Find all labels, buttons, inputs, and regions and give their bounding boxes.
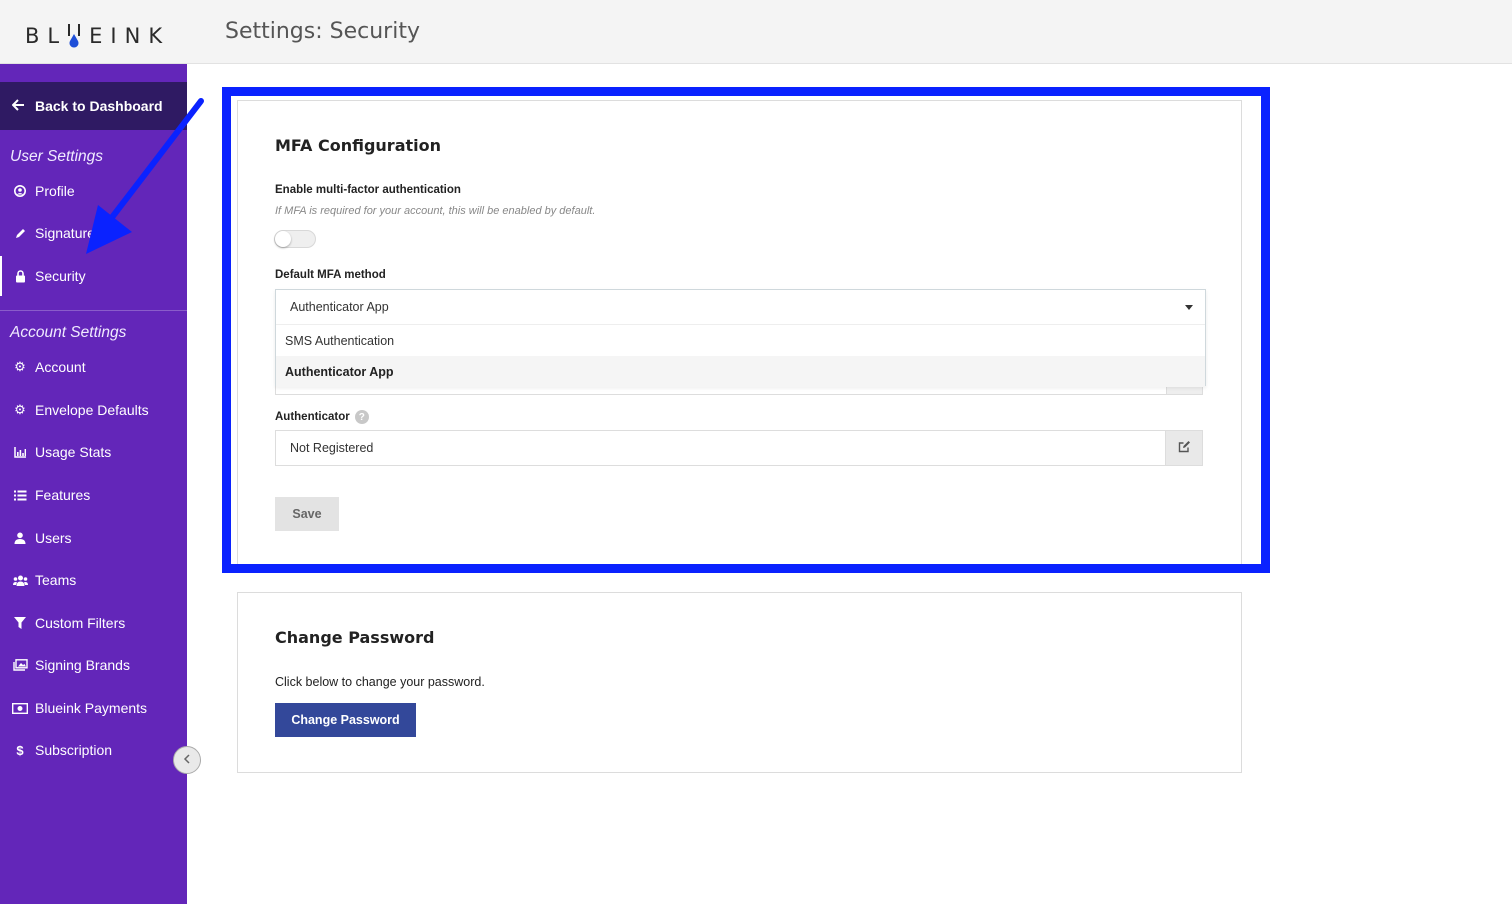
sidebar-divider xyxy=(0,310,187,311)
sidebar-item-label: Teams xyxy=(35,572,77,588)
page-title: Settings: Security xyxy=(225,19,420,44)
gear-icon: ⚙ xyxy=(14,359,26,374)
sidebar-item-security[interactable]: Security xyxy=(0,256,187,296)
users-icon xyxy=(12,575,28,586)
sidebar-item-label: Security xyxy=(35,268,86,284)
images-icon xyxy=(12,659,28,671)
sidebar-item-signing-brands[interactable]: Signing Brands xyxy=(0,645,187,685)
chevron-left-icon xyxy=(183,753,191,767)
sidebar-item-usage-stats[interactable]: Usage Stats xyxy=(0,432,187,472)
account-settings-heading: Account Settings xyxy=(10,324,127,341)
sidebar-item-label: Profile xyxy=(35,183,75,199)
sidebar-item-teams[interactable]: Teams xyxy=(0,560,187,600)
sidebar-item-label: Signing Brands xyxy=(35,657,130,673)
arrow-left-icon xyxy=(11,98,28,114)
filter-icon xyxy=(12,617,28,629)
sidebar-item-users[interactable]: Users xyxy=(0,518,187,558)
sidebar-item-label: Signature xyxy=(35,225,95,241)
sidebar-item-subscription[interactable]: $ Subscription xyxy=(0,730,187,770)
sidebar-collapse-button[interactable] xyxy=(173,746,201,774)
sidebar-item-features[interactable]: Features xyxy=(0,475,187,515)
dollar-icon: $ xyxy=(16,742,24,758)
sidebar-item-envelope-defaults[interactable]: ⚙ Envelope Defaults xyxy=(0,390,187,430)
sidebar-item-label: Envelope Defaults xyxy=(35,402,149,418)
user-circle-icon xyxy=(12,185,28,197)
back-label: Back to Dashboard xyxy=(35,98,163,114)
change-password-title: Change Password xyxy=(275,628,435,647)
sidebar-item-signature[interactable]: Signature xyxy=(0,213,187,253)
sidebar-item-label: Usage Stats xyxy=(35,444,112,460)
bar-chart-icon xyxy=(12,446,28,458)
sidebar: Back to Dashboard User Settings Profile … xyxy=(0,64,187,904)
gears-icon: ⚙ xyxy=(14,402,26,417)
user-settings-heading: User Settings xyxy=(10,148,104,165)
sidebar-item-profile[interactable]: Profile xyxy=(0,171,187,211)
sidebar-item-label: Subscription xyxy=(35,742,113,758)
pen-icon xyxy=(12,227,28,240)
sidebar-item-label: Custom Filters xyxy=(35,615,126,631)
change-password-button[interactable]: Change Password xyxy=(275,703,416,737)
top-header: BL EINK Settings: Security xyxy=(0,0,1512,64)
sidebar-item-account[interactable]: ⚙ Account xyxy=(0,347,187,387)
change-password-description: Click below to change your password. xyxy=(275,675,485,689)
lock-icon xyxy=(12,269,28,283)
sidebar-item-label: Blueink Payments xyxy=(35,700,148,716)
user-icon xyxy=(12,532,28,544)
list-icon xyxy=(12,490,28,501)
ink-drop-icon xyxy=(67,24,81,48)
sidebar-item-blueink-payments[interactable]: Blueink Payments xyxy=(0,688,187,728)
sidebar-item-label: Account xyxy=(35,359,86,375)
sidebar-item-label: Users xyxy=(35,530,72,546)
change-password-card: Change Password Click below to change yo… xyxy=(237,592,1242,773)
sidebar-item-custom-filters[interactable]: Custom Filters xyxy=(0,603,187,643)
highlight-box xyxy=(222,87,1270,573)
money-icon xyxy=(12,702,28,714)
blueink-logo[interactable]: BL EINK xyxy=(25,12,170,48)
back-to-dashboard-link[interactable]: Back to Dashboard xyxy=(0,82,187,130)
sidebar-item-label: Features xyxy=(35,487,91,503)
